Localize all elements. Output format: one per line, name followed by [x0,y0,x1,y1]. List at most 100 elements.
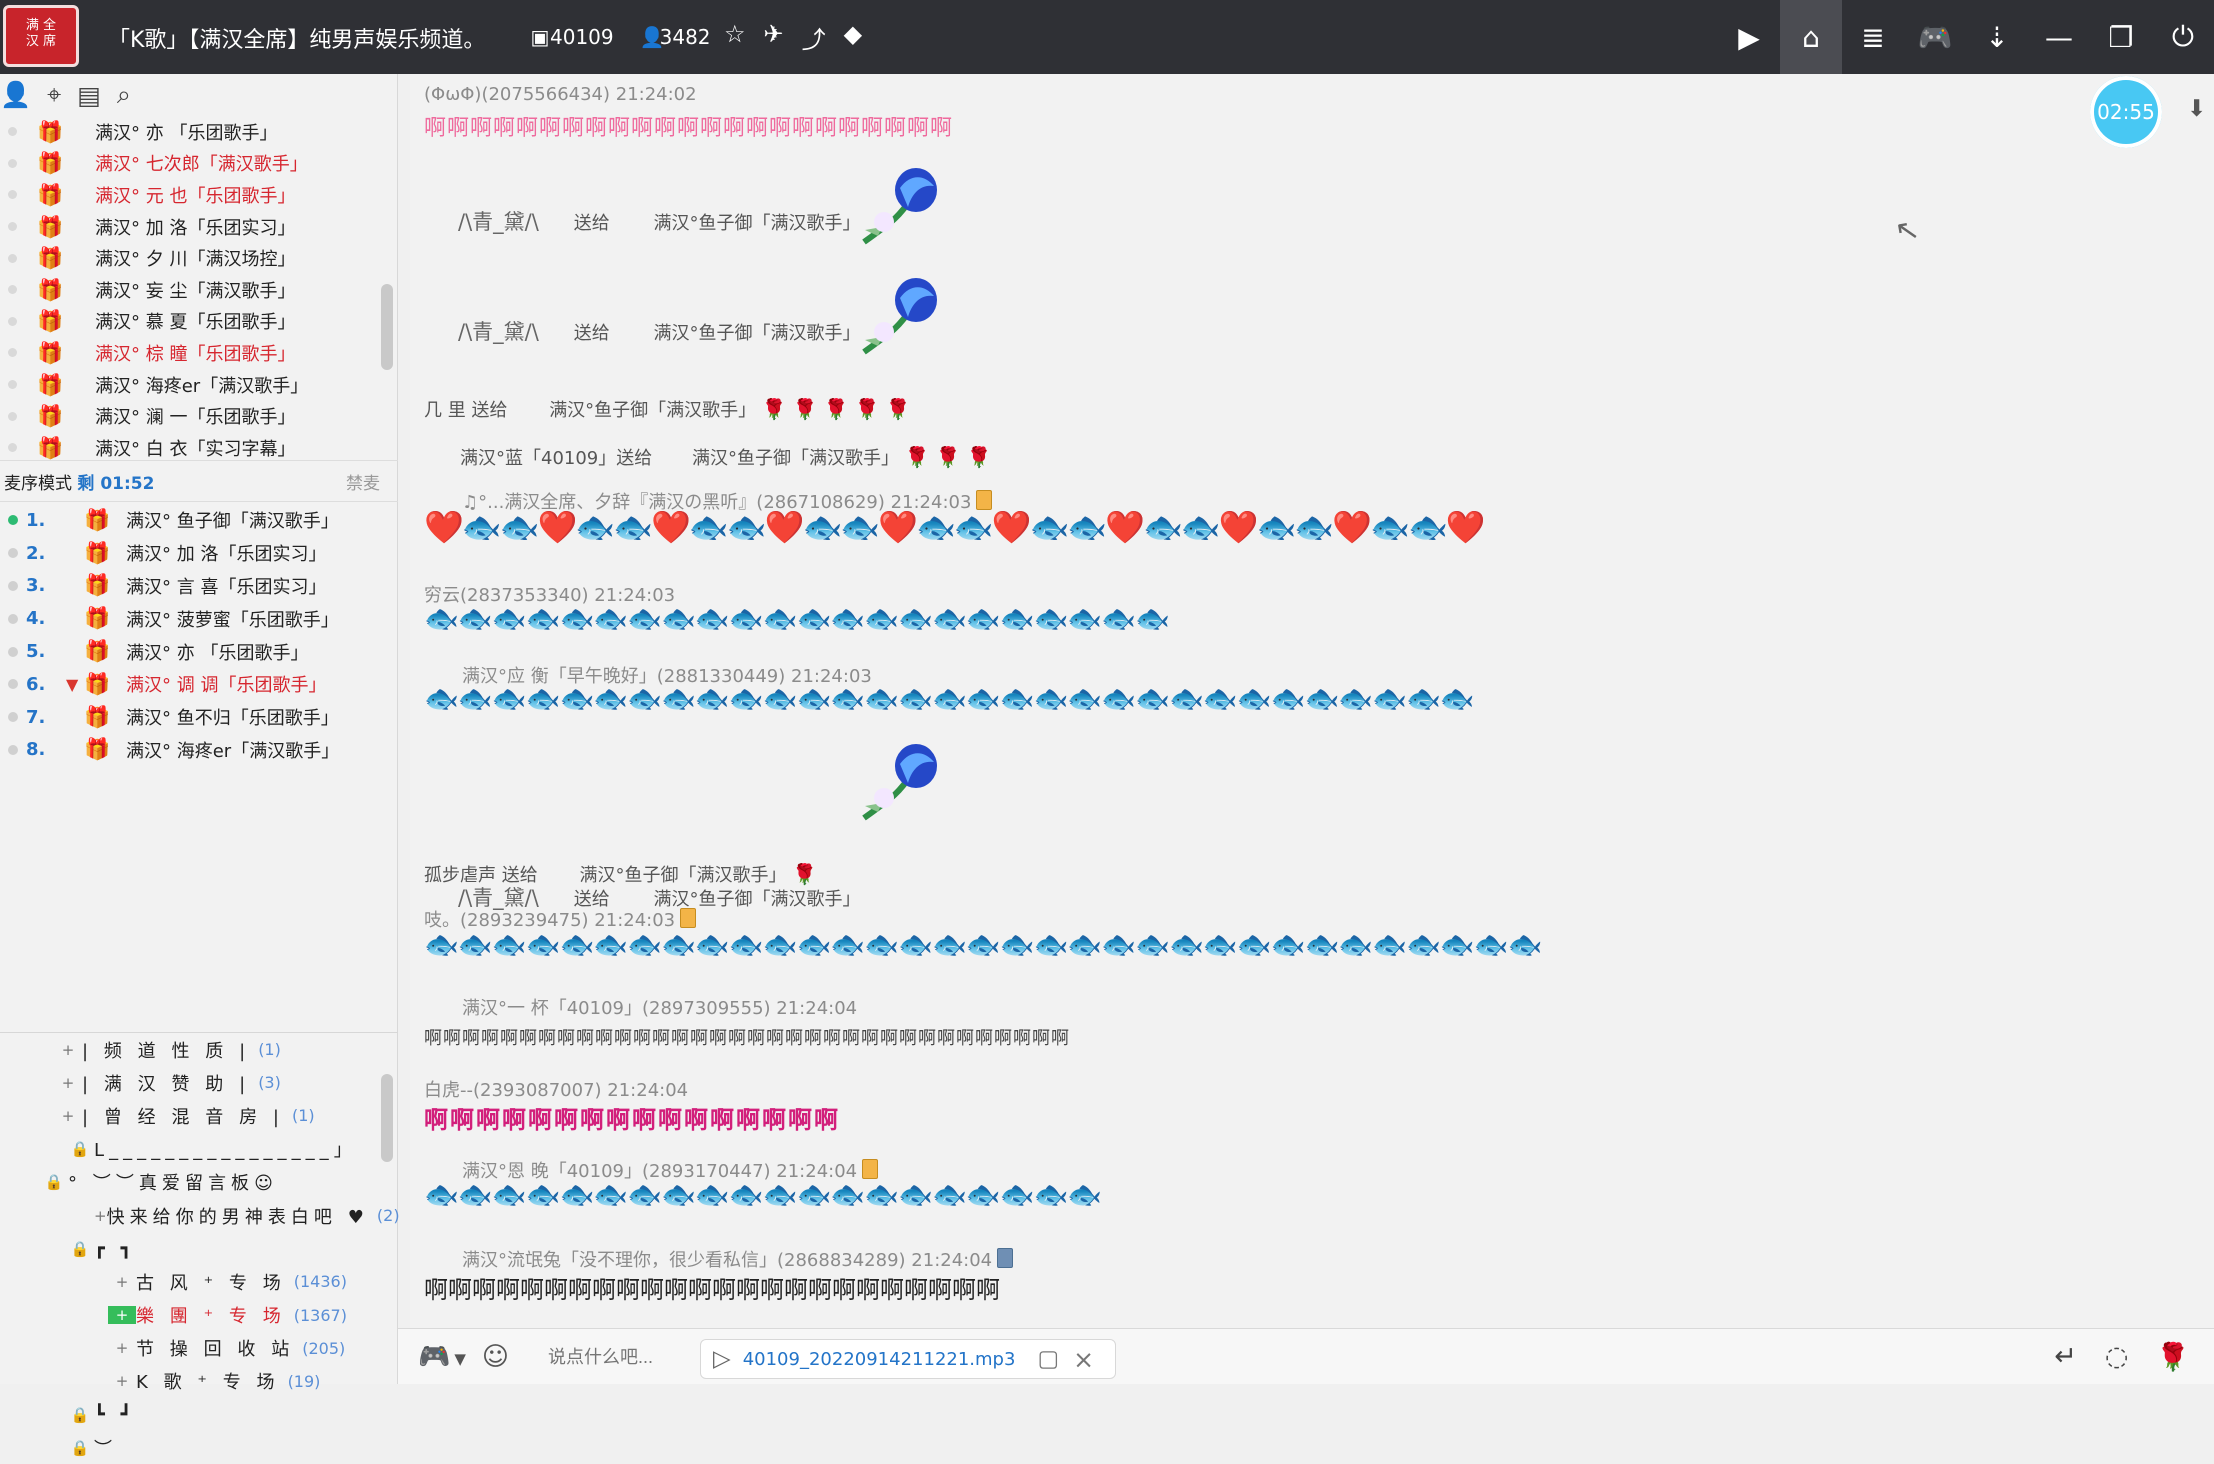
gift-icon: 🎁 [37,404,64,429]
channel-row[interactable]: + | 频 道 性 质 | (1) [0,1033,398,1066]
queue-row[interactable]: 2. 🎁 满汉° 加 洛「乐团实习」 [0,537,398,570]
member-row[interactable]: 🎁 满汉° 元 也「乐团歌手」 [0,179,397,211]
lock-icon: 🔒 [70,1239,90,1258]
favorite-icon[interactable]: ☆ [724,20,746,55]
user-icon[interactable]: 👤 [0,80,31,110]
channel-tree[interactable]: + | 频 道 性 质 | (1) + | 满 汉 赞 助 | (3) + | 曾 经 混 音… [0,1032,400,1460]
notes-icon[interactable]: ▤ [77,81,101,110]
expand-icon[interactable]: + [54,1107,82,1125]
rose-icon[interactable]: 🌹 [2156,1341,2190,1373]
queue-name: 满汉° 亦 「乐团歌手」 [126,642,309,664]
member-row[interactable]: 🎁 满汉° 夕 川「满汉场控」 [0,242,397,274]
folder-icon[interactable]: ▢ [1037,1346,1059,1372]
share-icon[interactable]: ⤴ [802,20,826,55]
lock-icon: 🔒 [70,1405,90,1424]
location-icon[interactable]: ⌖ [47,80,61,110]
queue-row[interactable]: 3. 🎁 满汉° 言 喜「乐团实习」 [0,570,398,603]
member-row[interactable]: 🎁 满汉° 海疼er「满汉歌手」 [0,369,397,401]
emoji-search-icon[interactable]: ☺ [482,1342,509,1372]
channel-count: (205) [302,1338,346,1358]
gift-icon: 🎁 [37,182,64,207]
channel-row[interactable]: + 古 风 ⁺ 专 场 (1436) [0,1265,398,1298]
queue-row[interactable]: 8. 🎁 满汉° 海疼er「满汉歌手」 [0,734,398,767]
gift-icon: 🎁 [37,119,64,144]
status-dot [8,158,17,168]
member-row[interactable]: 🎁 满汉° 棕 瞳「乐团歌手」 [0,337,397,369]
restore-icon[interactable]: ❐ [2090,0,2152,74]
expand-icon[interactable]: + [108,1339,136,1357]
mic-ban-button[interactable]: 禁麦 [346,469,380,494]
minimize-icon[interactable]: — [2028,0,2090,74]
expand-icon[interactable]: + [54,1074,82,1092]
member-scrollbar[interactable] [381,284,393,370]
channel-row[interactable]: 🔒 ┏ ┓ [0,1232,398,1265]
expand-icon[interactable]: + [54,1041,82,1059]
shield-icon[interactable]: ◆ [844,20,862,55]
member-row[interactable]: 🎁 满汉° 澜 一「乐团歌手」 [0,400,397,432]
play-icon[interactable]: ▷ [713,1346,731,1372]
channel-title: 「K歌」【满汉全席】纯男声娱乐频道。 [108,28,486,53]
channel-row[interactable]: + 节 操 回 收 站 (205) [0,1332,398,1365]
gift-icon: 🎁 [84,573,111,598]
expand-icon[interactable]: + [94,1207,107,1225]
member-row[interactable]: 🎁 满汉° 慕 夏「乐团歌手」 [0,306,397,338]
chat-input[interactable] [548,1340,698,1374]
mic-mode-label: 麦序模式 剩 01:52 [4,473,155,494]
queue-row[interactable]: 4. 🎁 满汉° 菠萝蜜「乐团歌手」 [0,602,398,635]
gift-sender: /\青_黛/\ [458,320,539,344]
expand-icon[interactable]: + [108,1372,136,1390]
gift-icon: 🎁 [37,246,64,271]
channel-scrollbar[interactable] [381,1074,393,1162]
attached-file[interactable]: ▷ 40109_20220914211221.mp3 ▢ × [700,1339,1116,1379]
screen-record-icon[interactable]: ▶ [1718,0,1780,74]
member-row[interactable]: 🎁 满汉° 亦 「乐团歌手」 [0,116,397,148]
enter-icon[interactable]: ↵ [2054,1341,2077,1373]
online-count-stat: 👤3482 [640,25,711,49]
close-icon[interactable]: × [1073,1345,1094,1374]
channel-row[interactable]: + K 歌 ⁺ 专 场 (19) [0,1365,398,1398]
channel-row[interactable]: 🔒 ┗ ┛ [0,1398,398,1431]
member-name: 满汉° 亦 「乐团歌手」 [95,122,278,144]
queue-number: 2. [26,542,46,564]
channel-name: 节 操 回 收 站 [136,1339,295,1361]
channel-id-stat: ▣40109 [530,25,614,49]
countdown-timer[interactable]: 02:55 [2090,76,2162,148]
queue-row[interactable]: 6. ▼ 🎁 满汉° 调 调「乐团歌手」 [0,668,398,701]
home-icon[interactable]: ⌂ [1780,0,1842,74]
download-icon[interactable]: ⇣ [1966,0,2028,74]
gift-icon: 🎁 [37,214,64,239]
member-list[interactable]: 🎁 满汉° 亦 「乐团歌手」 🎁 满汉° 七次郎「满汉歌手」 🎁 满汉° 元 也「乐团歌手… [0,116,397,464]
game-icon[interactable]: 🎮 [418,1342,450,1372]
download-icon[interactable]: ⬇ [2187,96,2206,122]
game-icon[interactable]: 🎮 [1904,0,1966,74]
plane-icon[interactable]: ✈ [764,20,784,55]
menu-list-icon[interactable]: ≣ [1842,0,1904,74]
member-row[interactable]: 🎁 满汉° 加 洛「乐团实习」 [0,211,397,243]
member-row[interactable]: 🎁 满汉° 妄 尘「满汉歌手」 [0,274,397,306]
channel-logo: 满 全汉 席 [3,5,79,67]
status-dot [8,380,17,390]
member-row[interactable]: 🎁 满汉° 七次郎「满汉歌手」 [0,148,397,180]
expand-icon[interactable]: + [108,1306,136,1325]
channel-row[interactable]: + | 曾 经 混 音 房 | (1) [0,1099,398,1132]
member-row[interactable]: 🎁 满汉° 白 衣「实习字幕」 [0,432,397,464]
channel-row[interactable]: 🔒 ︶ [0,1431,398,1464]
channel-row[interactable]: + | 满 汉 赞 助 | (3) [0,1066,398,1099]
chat-bubble-icon[interactable]: ◌ [2105,1341,2129,1373]
gift-recipient: 满汉°鱼子御「满汉歌手」 [653,213,861,234]
search-icon[interactable]: ⌕ [117,80,131,110]
gift-sender: 满汉°蓝「40109」送给 [460,448,653,469]
queue-row[interactable]: 7. 🎁 满汉° 鱼不归「乐团歌手」 [0,701,398,734]
gift-icon: 🎁 [84,704,111,729]
channel-row[interactable]: 🔒 L________________」 [0,1133,398,1166]
mic-queue[interactable]: 1. 🎁 满汉° 鱼子御「满汉歌手」 2. 🎁 满汉° 加 洛「乐团实习」 3. 🎁 满汉° 言… [0,504,398,766]
queue-row[interactable]: 5. 🎁 满汉° 亦 「乐团歌手」 [0,635,398,668]
channel-row[interactable]: 🔒 ° ︶︶真爱留言板☺ [0,1166,398,1199]
channel-row[interactable]: + 快来给你的男神表白吧 ♥ (2) [0,1199,400,1232]
queue-name: 满汉° 调 调「乐团歌手」 [126,675,327,697]
expand-icon[interactable]: + [108,1273,136,1291]
queue-row[interactable]: 1. 🎁 满汉° 鱼子御「满汉歌手」 [0,504,398,537]
power-icon[interactable]: ⏻ [2152,0,2214,74]
chevron-down-icon[interactable]: ▼ [454,1350,466,1372]
channel-row[interactable]: + 樂 團 ⁺ 专 场 (1367) [0,1299,398,1332]
